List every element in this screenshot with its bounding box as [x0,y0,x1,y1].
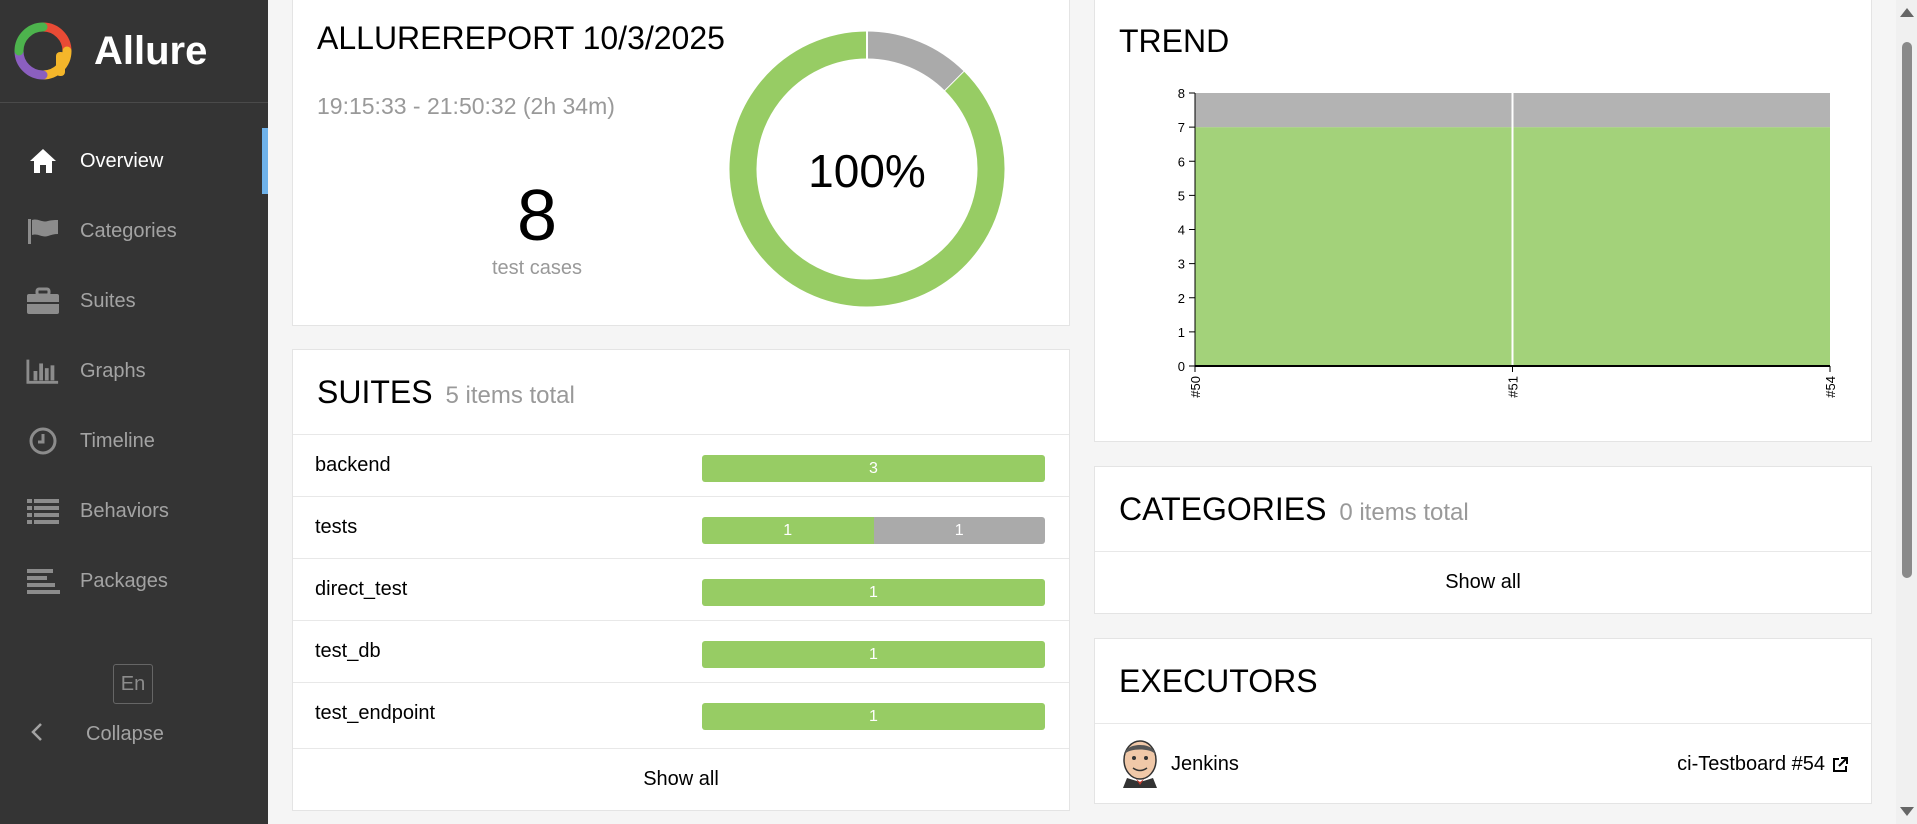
report-time-range: 19:15:33 - 21:50:32 (2h 34m) [317,93,615,119]
report-title: ALLUREREPORT 10/3/2025 [317,20,725,56]
success-rate: 100% [808,145,926,197]
suite-status-bar: 1 [702,579,1045,606]
suite-row-test_endpoint[interactable]: test_endpoint 1 [293,682,1069,744]
scroll-down-icon[interactable] [1900,807,1914,816]
brand-name: Allure [94,28,208,73]
status-segment-unknown: 1 [873,517,1045,544]
suite-status-bar: 1 [702,641,1045,668]
main-content: ALLUREREPORT 10/3/2025 19:15:33 - 21:50:… [268,0,1896,824]
suites-show-all-button[interactable]: Show all [293,748,1069,810]
language-button[interactable]: En [113,664,153,704]
suite-row-backend[interactable]: backend 3 [293,434,1069,496]
trend-y-tick-label: 7 [1178,120,1185,135]
categories-header: CATEGORIES 0 items total [1119,491,1469,528]
sidebar-item-label: Packages [80,569,168,592]
sidebar: Allure Overview Categories Suites Graphs [0,0,268,824]
sidebar-item-label: Timeline [80,429,155,452]
suite-name: test_endpoint [315,702,436,724]
trend-x-tick-label[interactable]: #54 [1823,376,1838,398]
suite-status-bar: 3 [702,455,1045,482]
scroll-up-icon[interactable] [1900,8,1914,17]
sidebar-item-overview[interactable]: Overview [0,126,268,196]
brand[interactable]: Allure [0,0,268,103]
scroll-thumb[interactable] [1902,42,1912,578]
sidebar-item-packages[interactable]: Packages [0,546,268,616]
categories-title: CATEGORIES [1119,491,1327,527]
trend-widget: TREND 0 1 2 3 4 5 6 7 8 #50 #51 #54 [1094,0,1872,442]
suite-row-tests[interactable]: tests 1 1 [293,496,1069,558]
trend-y-tick-label: 0 [1178,359,1185,374]
trend-chart: 0 1 2 3 4 5 6 7 8 #50 #51 #54 [1178,86,1838,398]
clock-icon [26,426,60,456]
sidebar-item-label: Overview [80,149,164,172]
trend-y-tick-label: 2 [1178,291,1185,306]
status-segment-passed: 1 [702,517,874,544]
suite-status-bar: 11 [702,517,1045,544]
status-segment-passed: 1 [702,703,1045,730]
suite-name: tests [315,516,358,538]
flag-icon [26,216,60,246]
suite-name: backend [315,454,391,476]
suite-name: direct_test [315,578,408,600]
collapse-button[interactable]: Collapse [30,722,164,747]
home-icon [26,146,60,176]
trend-y-tick-label: 4 [1178,223,1185,238]
executors-widget: EXECUTORS Jenkins ci-Testboard #54 [1094,638,1872,804]
donut-slice-unknown[interactable] [866,31,965,92]
list-icon [26,496,60,526]
executor-name: Jenkins [1171,753,1239,775]
sidebar-item-suites[interactable]: Suites [0,266,268,336]
executor-row: Jenkins ci-Testboard #54 [1095,723,1871,803]
suites-list: backend 3 tests 1 1 direct_test 1 test_db 1 test_… [293,434,1069,744]
executors-title: EXECUTORS [1119,663,1318,699]
sidebar-item-label: Graphs [80,359,146,382]
suite-name: test_db [315,640,381,662]
align-left-icon [26,566,60,596]
suite-status-bar: 1 [702,703,1045,730]
executor-build-label: ci-Testboard #54 [1677,753,1825,775]
trend-y-tick-label: 1 [1178,325,1185,340]
sidebar-item-behaviors[interactable]: Behaviors [0,476,268,546]
suites-widget: SUITES 5 items total backend 3 tests 1 1 dire… [292,349,1070,811]
status-segment-passed: 3 [702,455,1045,482]
sidebar-item-categories[interactable]: Categories [0,196,268,266]
suite-row-test_db[interactable]: test_db 1 [293,620,1069,682]
trend-x-tick-label[interactable]: #50 [1188,376,1203,398]
bar-chart-icon [26,356,60,386]
trend-y-tick-label: 5 [1178,188,1185,203]
page-scrollbar[interactable] [1896,0,1917,824]
briefcase-icon [26,286,60,316]
collapse-label: Collapse [86,723,164,745]
sidebar-item-timeline[interactable]: Timeline [0,406,268,476]
suites-count: 5 items total [445,382,575,409]
categories-widget: CATEGORIES 0 items total Show all [1094,466,1872,614]
suite-row-direct_test[interactable]: direct_test 1 [293,558,1069,620]
status-segment-passed: 1 [702,641,1045,668]
executor-build-link[interactable]: ci-Testboard #54 [1677,753,1849,776]
summary-widget: ALLUREREPORT 10/3/2025 19:15:33 - 21:50:… [292,0,1070,326]
sidebar-item-label: Categories [80,219,177,242]
test-case-count: 8 [516,176,558,256]
trend-x-tick-label[interactable]: #51 [1506,376,1521,398]
trend-y-tick-label: 3 [1178,257,1185,272]
trend-y-tick-label: 6 [1178,154,1185,169]
trend-y-tick-label: 8 [1178,86,1185,101]
chevron-left-icon [30,722,44,747]
sidebar-item-graphs[interactable]: Graphs [0,336,268,406]
categories-count: 0 items total [1339,499,1469,526]
categories-show-all-button[interactable]: Show all [1095,551,1871,613]
status-segment-passed: 1 [702,579,1045,606]
sidebar-nav: Overview Categories Suites Graphs Timeli… [0,103,268,616]
external-link-icon [1831,756,1849,774]
suites-header: SUITES 5 items total [317,374,575,411]
test-case-label: test cases [491,257,583,279]
suites-title: SUITES [317,374,433,410]
jenkins-avatar-icon [1117,738,1163,793]
success-donut-chart: 100% [729,31,1005,307]
allure-logo-icon [14,22,72,80]
sidebar-item-label: Behaviors [80,499,169,522]
sidebar-item-label: Suites [80,289,136,312]
